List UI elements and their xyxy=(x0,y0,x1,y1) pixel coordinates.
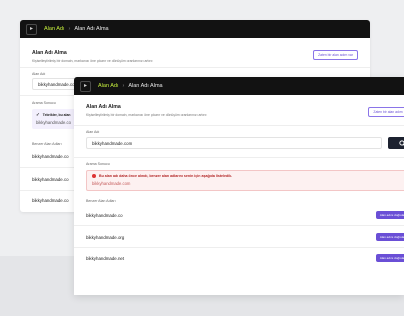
divider xyxy=(20,67,370,68)
search-button[interactable] xyxy=(388,137,404,149)
breadcrumb-domain[interactable]: Alan Adı xyxy=(98,83,119,89)
similar-domains-label: Benzer Alan Adları xyxy=(32,142,62,146)
domain-label: Alan Adı xyxy=(32,72,46,76)
similar-domains-label: Benzer Alan Adları xyxy=(86,199,116,203)
page-title: Alan Adı Alma xyxy=(32,50,67,56)
verify-domain-button[interactable]: Alan adını doğrula xyxy=(376,233,404,241)
similar-domain-item: bikkyhandmade.co xyxy=(32,198,69,203)
verify-domain-button[interactable]: Alan adını doğrula xyxy=(376,211,404,219)
page-subtitle: Kişiselleştirilmiş bir domain, markanızı… xyxy=(32,59,154,63)
search-result-label: Arama Sonucu xyxy=(86,162,110,166)
verify-domain-button[interactable]: Alan adını doğrula xyxy=(376,254,404,262)
divider xyxy=(74,225,404,226)
success-message: Tebrikler, bu alan xyxy=(42,113,71,117)
similar-domain-row: bikkyhandmade.org Alan adını doğrula xyxy=(86,233,404,241)
divider xyxy=(74,157,404,158)
existing-domain-button[interactable]: Zaten bir alan adım xyxy=(368,107,404,117)
similar-domain-item: bikkyhandmade.co xyxy=(32,154,69,159)
error-icon xyxy=(92,174,96,178)
existing-domain-button[interactable]: Zaten bir alan adım var xyxy=(313,50,358,60)
similar-domain-name: bikkyhandmade.co xyxy=(86,212,123,218)
similar-domain-name: bikkyhandmade.net xyxy=(86,255,125,261)
divider xyxy=(74,125,404,126)
page-title: Alan Adı Alma xyxy=(86,104,121,110)
breadcrumb-current: Alan Adı Alma xyxy=(74,26,109,32)
domain-input[interactable]: bikkyhandmade.com xyxy=(86,137,382,149)
breadcrumb-separator-icon: › xyxy=(68,26,71,32)
similar-domain-row: bikkyhandmade.net Alan adını doğrula xyxy=(86,254,404,262)
app-menu-icon[interactable]: ▸ xyxy=(26,23,37,35)
error-domain: bikkyhandmade.com xyxy=(92,181,131,186)
app-menu-icon[interactable]: ▸ xyxy=(80,80,91,92)
breadcrumb-current: Alan Adı Alma xyxy=(128,83,163,89)
breadcrumb-domain[interactable]: Alan Adı xyxy=(44,26,65,32)
check-icon: ✓ xyxy=(36,112,40,117)
search-result-label: Arama Sonucu xyxy=(32,101,56,105)
page-title-block: Alan Adı Alma Kişiselleştirilmiş bir dom… xyxy=(32,50,153,63)
page-title-block: Alan Adı Alma Kişiselleştirilmiş bir dom… xyxy=(86,104,207,117)
titlebar: ▸ Alan Adı › Alan Adı Alma xyxy=(20,20,370,38)
page-subtitle: Kişiselleştirilmiş bir domain, markanızı… xyxy=(86,113,208,117)
search-icon xyxy=(398,139,404,146)
front-window: ▸ Alan Adı › Alan Adı Alma Alan Adı Alma… xyxy=(74,77,404,295)
titlebar: ▸ Alan Adı › Alan Adı Alma xyxy=(74,77,404,95)
breadcrumb-separator-icon: › xyxy=(122,83,125,89)
error-line: Bu alan adı daha önce alındı, benzer ala… xyxy=(92,174,402,178)
similar-domain-row: bikkyhandmade.co Alan adını doğrula xyxy=(86,211,404,219)
error-alert: Bu alan adı daha önce alındı, benzer ala… xyxy=(86,170,404,191)
similar-domain-item: bikkyhandmade.co xyxy=(32,177,69,182)
error-message: Bu alan adı daha önce alındı, benzer ala… xyxy=(99,174,233,178)
domain-label: Alan Adı xyxy=(86,130,100,134)
divider xyxy=(74,247,404,248)
similar-domain-name: bikkyhandmade.org xyxy=(86,234,125,240)
